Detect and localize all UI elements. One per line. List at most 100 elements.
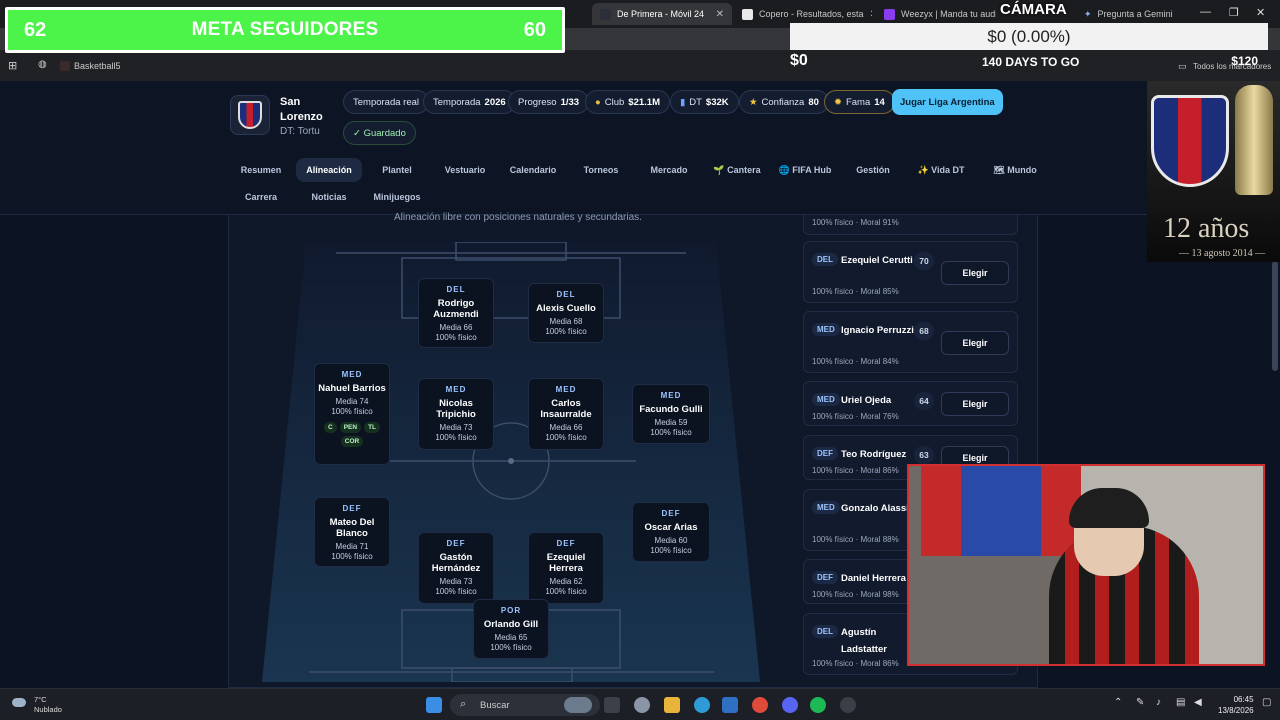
chrome-icon[interactable] <box>752 697 768 713</box>
play-league-button[interactable]: Jugar Liga Argentina <box>892 89 1003 115</box>
system-clock[interactable]: 06:45 13/8/2026 <box>1218 694 1254 716</box>
anniversary-title: 12 años <box>1163 213 1250 244</box>
followers-goal-bar: 62 META SEGUIDORES 60 <box>8 10 562 50</box>
close-icon[interactable]: ✕ <box>870 9 872 20</box>
days-remaining: 140 DAYS TO GO <box>982 55 1080 69</box>
star-icon: ★ <box>749 96 758 108</box>
network-icon[interactable]: ▤ <box>1176 697 1185 708</box>
page-scrollbar[interactable] <box>1272 261 1278 371</box>
sun-icon: ✹ <box>834 96 842 108</box>
pen-icon[interactable]: ✎ <box>1136 697 1144 708</box>
search-icon: ⌕ <box>460 698 467 710</box>
player-card[interactable]: DEF Oscar Arias Media 60 100% físico <box>632 502 710 562</box>
tab-calendario[interactable]: Calendario <box>502 158 564 182</box>
player-card[interactable]: DEL Rodrigo Auzmendi Media 66 100% físic… <box>418 278 494 348</box>
tab-resumen[interactable]: Resumen <box>230 158 292 182</box>
settings-icon[interactable] <box>634 697 650 713</box>
close-icon[interactable]: ✕ <box>716 9 724 20</box>
money-target: $120 <box>1231 54 1258 68</box>
weather-widget[interactable]: 7°C Nublado <box>14 695 62 715</box>
tab-gestion[interactable]: Gestión <box>842 158 904 182</box>
minimize-icon[interactable]: — <box>1200 6 1211 18</box>
money-current: $0 <box>790 52 808 69</box>
lineup-subtitle: Alineación libre con posiciones naturale… <box>394 212 642 223</box>
tab-cantera[interactable]: 🌱 Cantera <box>706 158 768 182</box>
goal-target: 60 <box>523 18 546 41</box>
center-spot <box>508 458 514 464</box>
player-card[interactable]: MED Carlos Insaurralde Media 66 100% fís… <box>528 378 604 450</box>
widget-icon[interactable] <box>564 697 592 713</box>
player-card[interactable]: MED Nahuel Barrios Media 74 100% físico … <box>314 363 390 465</box>
captain-chip: C <box>323 422 337 433</box>
anniversary-image: 12 años — 13 agosto 2014 — <box>1147 81 1280 262</box>
club-dt: DT: Tortu <box>280 126 320 137</box>
chevron-up-icon[interactable]: ⌃ <box>1114 697 1122 708</box>
choose-button[interactable]: Elegir <box>941 261 1009 285</box>
task-view-icon[interactable] <box>604 697 620 713</box>
tab-favicon <box>884 8 895 20</box>
tab-plantel[interactable]: Plantel <box>366 158 428 182</box>
choose-button[interactable]: Elegir <box>941 331 1009 355</box>
club-name: San Lorenzo <box>280 96 323 123</box>
role-chips: C PEN TL COR <box>315 422 389 447</box>
tab-copero[interactable]: Copero - Resultados, esta ✕ <box>734 3 872 25</box>
choose-button[interactable]: Elegir <box>941 392 1009 416</box>
list-item: 100% físico · Moral 91% <box>803 215 1018 235</box>
microphone-icon[interactable]: ♪ <box>1156 697 1161 708</box>
pill-progress: Progreso 1/33 <box>508 90 590 114</box>
tab-mundo[interactable]: 🗺 Mundo <box>980 158 1050 182</box>
spotify-icon[interactable] <box>810 697 826 713</box>
tab-minijuegos[interactable]: Minijuegos <box>364 185 430 209</box>
money-bag-icon: ● <box>595 96 601 108</box>
card-icon: ▮ <box>680 96 686 108</box>
tab-weezyx[interactable]: Weezyx | Manda tu audio <box>876 3 996 25</box>
pill-dt-salary: ▮ DT $32K <box>670 90 739 114</box>
tab-torneos[interactable]: Torneos <box>570 158 632 182</box>
pill-confidence: ★ Confianza 80 <box>739 90 829 114</box>
bookmark-favicon <box>60 61 70 71</box>
close-window-icon[interactable]: ✕ <box>1256 6 1265 19</box>
windows-taskbar: 7°C Nublado ⌕ Buscar ⌃ ✎ ♪ ▤ ◀ 06:45 13/… <box>0 688 1280 720</box>
tab-carrera[interactable]: Carrera <box>230 185 292 209</box>
player-card[interactable]: MED Nicolas Tripichio Media 73 100% físi… <box>418 378 494 450</box>
tab-fifa-hub[interactable]: 🌐 FIFA Hub <box>772 158 838 182</box>
list-item: MED Uriel Ojeda 64 100% físico · Moral 7… <box>803 381 1018 426</box>
edge-icon[interactable] <box>694 697 710 713</box>
maximize-icon[interactable]: ❐ <box>1229 6 1239 19</box>
globe-icon[interactable]: ◍ <box>38 59 47 70</box>
list-item: DEL Ezequiel Cerutti 70 100% físico · Mo… <box>803 241 1018 303</box>
goal-current: 62 <box>24 18 47 41</box>
pill-season: Temporada 2026 <box>423 90 516 114</box>
followers-goal-widget: 62 META SEGUIDORES 60 <box>5 7 565 53</box>
apps-icon[interactable]: ⊞ <box>8 59 17 72</box>
tab-alineacion[interactable]: Alineación <box>296 158 362 182</box>
player-card[interactable]: DEF Gastón Hernández Media 73 100% físic… <box>418 532 494 604</box>
camera-label: CÁMARA <box>1000 1 1067 18</box>
gemini-icon: ✦ <box>1084 8 1092 19</box>
player-card[interactable]: DEF Ezequiel Herrera Media 62 100% físic… <box>528 532 604 604</box>
discord-icon[interactable] <box>782 697 798 713</box>
money-counter: $0 (0.00%) <box>790 23 1268 50</box>
player-card[interactable]: DEL Alexis Cuello Media 68 100% físico <box>528 283 604 343</box>
notification-icon[interactable]: ▢ <box>1262 697 1271 708</box>
folder-icon[interactable] <box>664 697 680 713</box>
tab-vestuario[interactable]: Vestuario <box>432 158 498 182</box>
obs-icon[interactable] <box>840 697 856 713</box>
volume-icon[interactable]: ◀ <box>1194 697 1202 708</box>
store-icon[interactable] <box>722 697 738 713</box>
club-shield-image <box>1151 95 1229 187</box>
bookmark-basketball[interactable]: Basketball5 <box>74 61 121 71</box>
player-card[interactable]: DEF Mateo Del Blanco Media 71 100% físic… <box>314 497 390 567</box>
tab-mercado[interactable]: Mercado <box>638 158 700 182</box>
pill-club-budget: ● Club $21.1M <box>585 90 670 114</box>
tab-de-primera[interactable]: De Primera - Móvil 24 ✕ <box>592 3 732 25</box>
windows-start-icon[interactable] <box>426 697 442 713</box>
player-card[interactable]: POR Orlando Gill Media 65 100% físico <box>473 599 549 659</box>
tab-gemini[interactable]: ✦ Pregunta a Gemini <box>1076 3 1184 25</box>
player-card[interactable]: MED Facundo Gulli Media 59 100% físico <box>632 384 710 444</box>
tab-noticias[interactable]: Noticias <box>298 185 360 209</box>
shield-icon <box>238 101 262 129</box>
club-crest <box>230 95 270 135</box>
money-goal: $0 140 DAYS TO GO $120 <box>790 52 1268 74</box>
tab-vida-dt[interactable]: ✨ Vida DT <box>908 158 974 182</box>
